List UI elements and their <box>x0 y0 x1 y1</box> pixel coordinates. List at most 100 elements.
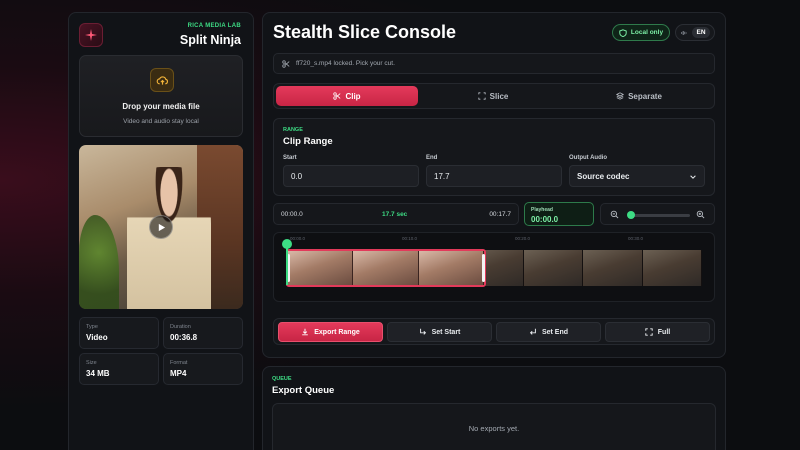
scissors-icon <box>333 92 341 100</box>
status-bar: ff720_s.mp4 locked. Pick your cut. <box>273 53 715 74</box>
corner-down-right-icon <box>419 328 426 335</box>
video-frame-subject <box>127 167 211 309</box>
queue-title: Export Queue <box>272 385 335 396</box>
tab-separate[interactable]: Separate <box>568 86 710 106</box>
sidebar: RICA MEDIA LAB Split Ninja Drop your med… <box>68 12 254 450</box>
thumbnail-frame <box>418 251 485 285</box>
selected-thumbnails <box>288 251 485 285</box>
tab-label: Slice <box>489 91 509 101</box>
set-start-button[interactable]: Set Start <box>387 322 492 342</box>
layers-icon <box>616 92 625 100</box>
export-queue-panel: QUEUE Export Queue No exports yet. <box>262 366 726 450</box>
meta-label: Type <box>86 324 98 330</box>
thumbnail-frame <box>642 250 702 286</box>
brand-lab: RICA MEDIA LAB <box>187 23 241 29</box>
end-field[interactable]: 17.7 <box>426 165 562 187</box>
tab-label: Separate <box>628 91 662 101</box>
thumbnail-frame <box>583 250 643 286</box>
download-icon <box>302 328 309 336</box>
range-title: Clip Range <box>283 136 333 147</box>
playhead-line[interactable] <box>286 247 288 285</box>
crop-icon <box>478 92 486 100</box>
range-start-time: 00:00.0 <box>281 211 303 218</box>
start-label: Start <box>283 155 297 161</box>
scissors-icon <box>282 59 290 68</box>
page-title: Stealth Slice Console <box>273 22 457 42</box>
meta-value: MP4 <box>170 369 187 378</box>
range-timebar: 00:00.0 17.7 sec 00:17.7 <box>273 203 519 225</box>
zoom-out-icon[interactable] <box>610 210 619 219</box>
queue-empty-message: No exports yet. <box>468 424 520 433</box>
range-tag: RANGE <box>283 127 303 133</box>
tab-slice[interactable]: Slice <box>422 86 564 106</box>
range-end-time: 00:17.7 <box>489 211 511 218</box>
media-dropzone[interactable]: Drop your media file Video and audio sta… <box>79 55 243 137</box>
end-label: End <box>426 155 438 161</box>
thumbnail-frame <box>523 250 584 286</box>
thumbnail-frame <box>353 251 419 285</box>
start-field[interactable]: 0.0 <box>283 165 419 187</box>
timeline-track[interactable]: 00:00.0 00:10.0 00:20.0 00:30.0 <box>273 232 715 302</box>
queue-tag: QUEUE <box>272 376 292 382</box>
timeline-tick: 00:30.0 <box>628 236 644 241</box>
status-text: ff720_s.mp4 locked. Pick your cut. <box>296 60 395 67</box>
button-label: Export Range <box>314 328 360 336</box>
meta-value: Video <box>86 333 108 342</box>
video-preview[interactable] <box>79 145 243 309</box>
zoom-control <box>600 203 715 225</box>
meta-label: Duration <box>170 324 191 330</box>
mode-tabs: Clip Slice Separate <box>273 83 715 109</box>
thumbnail-frame <box>288 251 354 285</box>
queue-list: No exports yet. <box>272 403 716 450</box>
timeline-tick: 00:00.0 <box>290 236 306 241</box>
play-icon[interactable] <box>149 215 173 239</box>
tab-clip[interactable]: Clip <box>276 86 418 106</box>
button-label: Set Start <box>431 328 461 336</box>
corner-down-left-icon <box>529 328 536 335</box>
selection-end-handle[interactable] <box>482 254 486 282</box>
language-en[interactable]: EN <box>692 27 710 38</box>
meta-value: 34 MB <box>86 369 110 378</box>
button-label: Set End <box>541 328 569 336</box>
selection-range[interactable] <box>286 249 487 287</box>
meta-label: Size <box>86 360 97 366</box>
meta-value: 00:36.8 <box>170 333 198 342</box>
meta-type: Type Video <box>79 317 159 349</box>
playhead-handle[interactable] <box>282 239 292 249</box>
app-logo-icon <box>79 23 103 47</box>
clip-range-card: RANGE Clip Range Start 0.0 End 17.7 Outp… <box>273 118 715 196</box>
button-label: Full <box>657 328 671 336</box>
range-length: 17.7 sec <box>382 211 408 218</box>
meta-label: Format <box>170 360 188 366</box>
export-range-button[interactable]: Export Range <box>278 322 383 342</box>
playhead-readout: Playhead 00:00.0 <box>524 202 594 226</box>
local-only-label: Local only <box>630 29 664 36</box>
tab-label: Clip <box>345 91 361 101</box>
playhead-label: Playhead <box>531 207 553 213</box>
brand-name: Split Ninja <box>179 33 241 47</box>
audio-wave-icon <box>681 30 688 35</box>
console-panel: Stealth Slice Console Local only EN ff72… <box>262 12 726 358</box>
dropzone-title: Drop your media file <box>122 102 200 111</box>
timeline-tick: 00:10.0 <box>402 236 418 241</box>
dropzone-subtitle: Video and audio stay local <box>123 118 199 125</box>
language-toggle[interactable]: EN <box>675 24 715 41</box>
set-end-button[interactable]: Set End <box>496 322 601 342</box>
upload-cloud-icon <box>150 68 174 92</box>
local-only-badge: Local only <box>612 24 670 41</box>
output-audio-value: Source codec <box>577 171 630 181</box>
chevron-down-icon <box>690 175 696 179</box>
meta-size: Size 34 MB <box>79 353 159 385</box>
meta-duration: Duration 00:36.8 <box>163 317 243 349</box>
output-audio-label: Output Audio <box>569 155 608 161</box>
zoom-slider-handle[interactable] <box>627 211 636 219</box>
shield-icon <box>619 28 627 37</box>
playhead-value: 00:00.0 <box>531 215 559 224</box>
meta-format: Format MP4 <box>163 353 243 385</box>
zoom-slider[interactable] <box>628 214 690 217</box>
expand-icon <box>645 328 653 336</box>
zoom-in-icon[interactable] <box>696 210 705 219</box>
full-range-button[interactable]: Full <box>605 322 710 342</box>
output-audio-select[interactable]: Source codec <box>569 165 705 187</box>
timeline-tick: 00:20.0 <box>515 236 531 241</box>
